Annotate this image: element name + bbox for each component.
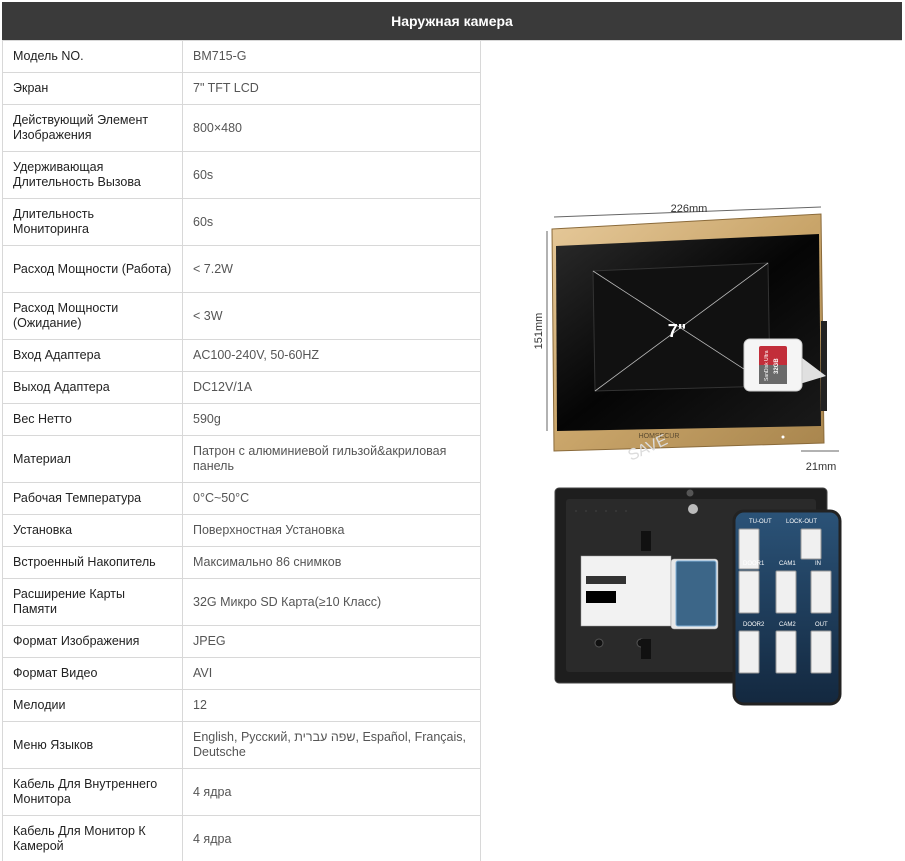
spec-key: Формат Видео: [2, 657, 183, 690]
spec-key: Удерживающая Длительность Вызова: [2, 151, 183, 199]
dimension-width: 226mm: [553, 203, 822, 218]
spec-row: Материал Патрон с алюминиевой гильзой&акр…: [2, 435, 481, 483]
connector-label: DOOR2: [743, 622, 765, 628]
spec-row: Расход Мощности (Работа) < 7.2W: [2, 245, 481, 293]
spec-row: Меню Языков English, Русский, שפה עברית, …: [2, 721, 481, 769]
spec-row: Встроенный Накопитель Максимально 86 сним…: [2, 546, 481, 579]
spec-row: Расширение Карты Памяти 32G Микро SD Карт…: [2, 578, 481, 626]
spec-row: Установка Поверхностная Установка: [2, 514, 481, 547]
spec-row: Рабочая Температура 0°C~50°C: [2, 482, 481, 515]
spec-value: 0°C~50°C: [182, 482, 481, 515]
spec-value: BM715-G: [182, 40, 481, 73]
sd-brand-label: SanDisk Ultra: [764, 350, 770, 381]
spec-row: Расход Мощности (Ожидание) < 3W: [2, 292, 481, 340]
spec-value: JPEG: [182, 625, 481, 658]
spec-key: Экран: [2, 72, 183, 105]
spec-value: DC12V/1A: [182, 371, 481, 404]
spec-row: Удерживающая Длительность Вызова 60s: [2, 151, 481, 199]
product-illustration: 226mm 151mm 21mm 7" HOMSECUR SanDisk Ult…: [533, 203, 842, 706]
spec-row: Вход Адаптера AC100-240V, 50-60HZ: [2, 339, 481, 372]
connector-label: IN: [815, 561, 821, 567]
connector-label: TU-OUT: [749, 519, 772, 525]
spec-key: Модель NO.: [2, 40, 183, 73]
spec-value: Поверхностная Установка: [182, 514, 481, 547]
spec-row: Выход Адаптера DC12V/1A: [2, 371, 481, 404]
spec-table: Модель NO. BM715-G Экран 7" TFT LCD Действую…: [2, 40, 481, 861]
spec-value: 590g: [182, 403, 481, 436]
spec-row: Модель NO. BM715-G: [2, 40, 481, 73]
spec-key: Установка: [2, 514, 183, 547]
spec-key: Рабочая Температура: [2, 482, 183, 515]
spec-row: Вес Нетто 590g: [2, 403, 481, 436]
connector-board: TU-OUT LOCK-OUT DOOR1 CAM1 IN DOOR2 CAM2 OUT: [732, 509, 842, 706]
connector-block: [775, 570, 797, 614]
page-header: Наружная камера: [2, 2, 902, 40]
product-figure-area: 226mm 151mm 21mm 7" HOMSECUR SanDisk Ult…: [481, 40, 902, 861]
dimension-depth: 21mm: [801, 450, 839, 473]
spec-key: Действующий Элемент Изображения: [2, 104, 183, 152]
spec-value: 60s: [182, 151, 481, 199]
spec-key: Выход Адаптера: [2, 371, 183, 404]
spec-value: English, Русский, שפה עברית, Español, Fr…: [182, 721, 481, 769]
spec-value: 800×480: [182, 104, 481, 152]
spec-key: Расход Мощности (Работа): [2, 245, 183, 293]
dim-depth-label: 21mm: [806, 461, 837, 473]
spec-value: AVI: [182, 657, 481, 690]
spec-key: Кабель Для Внутреннего Монитора: [2, 768, 183, 816]
spec-key: Расход Мощности (Ожидание): [2, 292, 183, 340]
spec-key: Материал: [2, 435, 183, 483]
spec-key: Вход Адаптера: [2, 339, 183, 372]
spec-value: AC100-240V, 50-60HZ: [182, 339, 481, 372]
spec-key: Встроенный Накопитель: [2, 546, 183, 579]
sd-capacity-label: 32GB: [774, 358, 780, 374]
connector-block: [810, 630, 832, 674]
dimension-height: 151mm: [533, 231, 548, 431]
connector-label: CAM2: [779, 622, 796, 628]
spec-row: Формат Видео AVI: [2, 657, 481, 690]
page-title: Наружная камера: [391, 13, 513, 29]
spec-key: Вес Нетто: [2, 403, 183, 436]
spec-value: 4 ядра: [182, 815, 481, 861]
spec-value: < 7.2W: [182, 245, 481, 293]
connector-label: CAM1: [779, 561, 796, 567]
connector-label: OUT: [815, 622, 828, 628]
connector-block: [775, 630, 797, 674]
dim-width-label: 226mm: [671, 203, 708, 215]
spec-value: 32G Микро SD Карта(≥10 Класс): [182, 578, 481, 626]
spec-row: Кабель Для Монитор К Камерой 4 ядра: [2, 815, 481, 861]
connector-block: [738, 570, 760, 614]
connector-block: [800, 528, 822, 560]
spec-value: < 3W: [182, 292, 481, 340]
spec-row: Действующий Элемент Изображения 800×480: [2, 104, 481, 152]
spec-row: Экран 7" TFT LCD: [2, 72, 481, 105]
spec-key: Кабель Для Монитор К Камерой: [2, 815, 183, 861]
spec-key: Расширение Карты Памяти: [2, 578, 183, 626]
spec-value: 4 ядра: [182, 768, 481, 816]
spec-key: Меню Языков: [2, 721, 183, 769]
spec-row: Мелодии 12: [2, 689, 481, 722]
spec-key: Формат Изображения: [2, 625, 183, 658]
connector-block: [810, 570, 832, 614]
spec-key: Мелодии: [2, 689, 183, 722]
spec-value: 7" TFT LCD: [182, 72, 481, 105]
connector-label: LOCK-OUT: [786, 519, 817, 525]
spec-value: Патрон с алюминиевой гильзой&акриловая п…: [182, 435, 481, 483]
spec-key: Длительность Мониторинга: [2, 198, 183, 246]
dim-height-label: 151mm: [533, 313, 545, 350]
spec-value: 60s: [182, 198, 481, 246]
spec-row: Формат Изображения JPEG: [2, 625, 481, 658]
monitor-front: 7" HOMSECUR: [551, 213, 827, 452]
spec-row: Длительность Мониторинга 60s: [2, 198, 481, 246]
screen-size-label: 7": [668, 321, 687, 341]
connector-block: [738, 630, 760, 674]
spec-row: Кабель Для Внутреннего Монитора 4 ядра: [2, 768, 481, 816]
spec-value: 12: [182, 689, 481, 722]
connector-label: DOOR1: [743, 561, 765, 567]
spec-value: Максимально 86 снимков: [182, 546, 481, 579]
